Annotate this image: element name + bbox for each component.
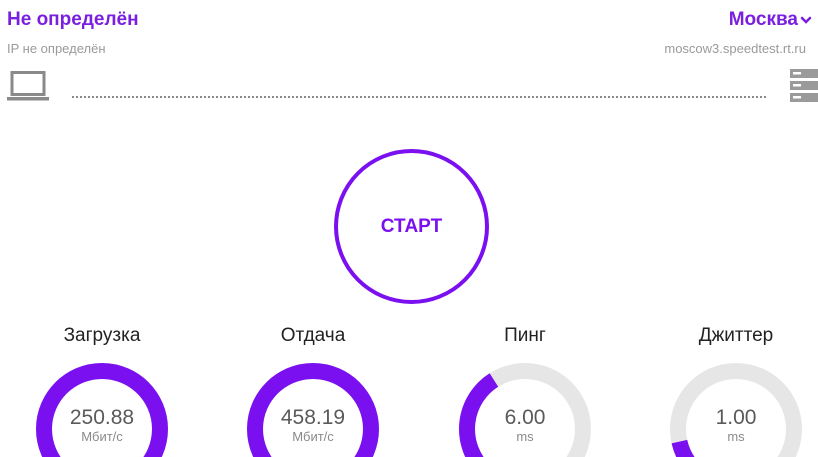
gauge-unit: Мбит/с — [81, 429, 123, 444]
laptop-icon — [7, 71, 49, 101]
metric-upload: Отдача 458.19 Мбит/с — [238, 321, 388, 457]
metric-title: Загрузка — [63, 325, 141, 346]
isp-name: Не определён — [7, 9, 139, 30]
gauge-unit: Мбит/с — [292, 429, 334, 444]
metric-ping: Пинг 6.00 ms — [450, 321, 600, 457]
start-button[interactable]: СТАРТ — [334, 149, 489, 304]
gauge-unit: ms — [516, 429, 534, 444]
metric-title: Джиттер — [698, 325, 774, 346]
gauge-unit: ms — [727, 429, 745, 444]
metric-download: Загрузка 250.88 Мбит/с — [27, 321, 177, 457]
metric-title: Пинг — [504, 325, 546, 346]
gauge-value: 1.00 — [715, 406, 757, 429]
metric-title: Отдача — [280, 325, 346, 346]
city-label: Москва — [728, 9, 798, 30]
gauge-value: 250.88 — [69, 406, 135, 429]
city-selector[interactable]: Москва — [729, 9, 812, 31]
gauge-value: 6.00 — [504, 406, 546, 429]
server-host-label: moscow3.speedtest.rt.ru — [664, 41, 806, 56]
metric-jitter: Джиттер 1.00 ms — [661, 321, 811, 457]
ip-address-label: IP не определён — [7, 41, 106, 56]
chevron-down-icon — [800, 16, 812, 24]
connection-dotted-line — [72, 96, 766, 98]
gauge-value: 458.19 — [280, 406, 346, 429]
server-icon — [790, 69, 818, 102]
start-button-label: СТАРТ — [380, 215, 443, 237]
